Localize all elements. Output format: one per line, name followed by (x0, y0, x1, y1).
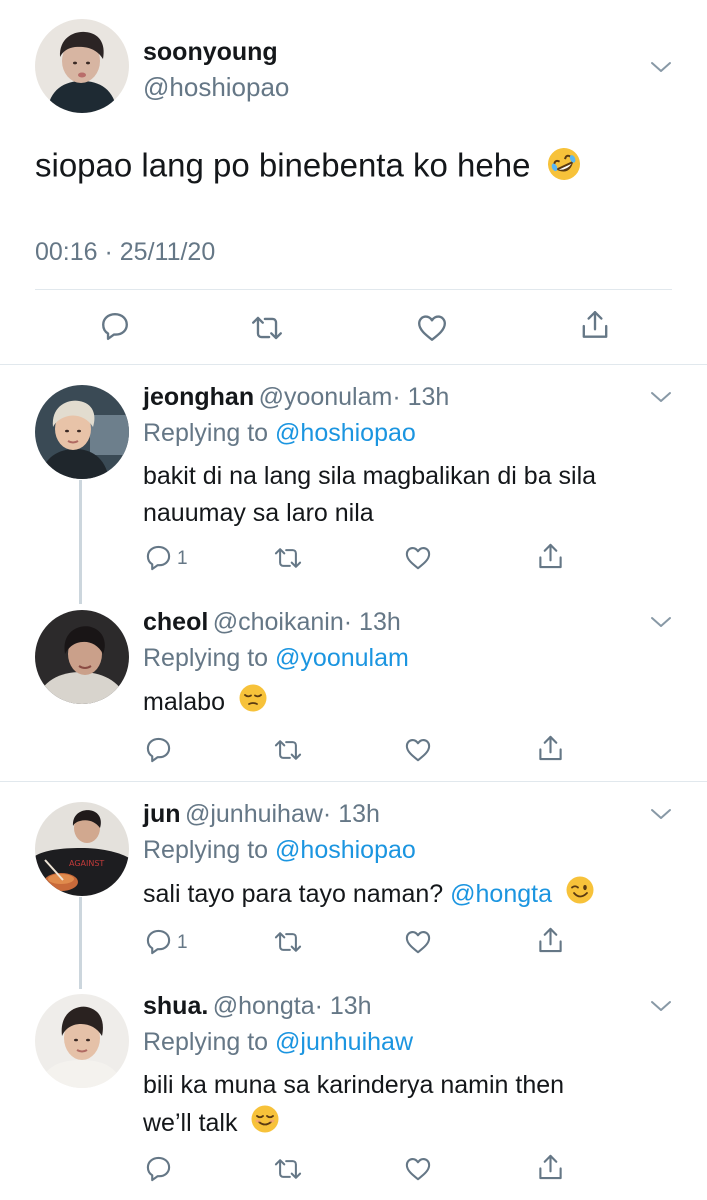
share-icon[interactable] (537, 734, 564, 763)
reply-text: sali tayo para tayo naman? @hongta (143, 875, 595, 916)
mention-link[interactable]: @hongta (450, 880, 552, 908)
reply-text-line: bakit di na lang sila magbalikan di ba s… (143, 462, 597, 490)
relieved-emoji (250, 1104, 280, 1145)
author-handle[interactable]: @hoshiopao (143, 72, 289, 103)
reply-text: bakit di na lang sila magbalikan di ba s… (143, 458, 596, 532)
like-icon[interactable] (416, 313, 448, 343)
avatar[interactable] (35, 610, 129, 704)
author-handle[interactable]: @yoonulam (259, 383, 393, 411)
reply-text: malabo (143, 683, 268, 724)
author-name[interactable]: jeonghan (143, 383, 254, 411)
chevron-down-icon[interactable] (650, 390, 672, 404)
reply-text-line: nauumay sa laro nila (143, 499, 374, 527)
thread-line (79, 480, 82, 604)
replying-to: Replying to @hoshiopao (143, 419, 416, 448)
reply-time[interactable]: · 13h (315, 992, 372, 1020)
author-handle[interactable]: @choikanin (213, 608, 344, 636)
author-handle[interactable]: @hongta (213, 992, 315, 1020)
replying-to-link[interactable]: @hoshiopao (275, 419, 416, 447)
reply-header: cheol @choikanin· 13h (143, 608, 401, 637)
divider (0, 781, 707, 782)
replying-to: Replying to @junhuihaw (143, 1028, 413, 1057)
reply-text-line: we’ll talk (143, 1109, 238, 1138)
retweet-icon[interactable] (273, 545, 303, 571)
reply-icon[interactable] (145, 1155, 172, 1182)
reply-time[interactable]: · 13h (344, 608, 401, 636)
share-icon[interactable] (580, 309, 610, 341)
retweet-icon[interactable] (273, 929, 303, 955)
retweet-icon[interactable] (273, 737, 303, 763)
reply-icon[interactable] (145, 928, 172, 955)
like-icon[interactable] (404, 1156, 432, 1182)
author-handle[interactable]: @junhuihaw (185, 800, 323, 828)
wink-emoji (565, 875, 595, 916)
avatar[interactable]: AGAINST (35, 802, 129, 896)
reply-text-line: bili ka muna sa karinderya namin then (143, 1071, 565, 1099)
thread-line (79, 897, 82, 989)
reply-text-line: malabo (143, 688, 225, 717)
replying-to-link[interactable]: @junhuihaw (275, 1028, 413, 1056)
reply-header: jun @junhuihaw· 13h (143, 800, 380, 829)
reply-icon[interactable] (100, 311, 130, 341)
pensive-emoji (238, 683, 268, 724)
like-icon[interactable] (404, 545, 432, 571)
like-icon[interactable] (404, 929, 432, 955)
reply-count: 1 (177, 548, 188, 569)
replying-prefix: Replying to (143, 1028, 269, 1056)
share-icon[interactable] (537, 542, 564, 571)
tweet-text: siopao lang po binebenta ko hehe (35, 146, 582, 190)
chevron-down-icon[interactable] (650, 807, 672, 821)
reply-icon[interactable] (145, 736, 172, 763)
share-icon[interactable] (537, 1153, 564, 1182)
main-divider-top (35, 289, 672, 290)
author-name[interactable]: shua. (143, 992, 208, 1020)
chevron-down-icon[interactable] (650, 615, 672, 629)
share-icon[interactable] (537, 926, 564, 955)
reply-icon[interactable] (145, 544, 172, 571)
author-name[interactable]: soonyoung (143, 38, 278, 67)
replying-prefix: Replying to (143, 836, 269, 864)
reply-text: bili ka muna sa karinderya namin then we… (143, 1067, 564, 1145)
replying-to: Replying to @hoshiopao (143, 836, 416, 865)
reply-count: 1 (177, 932, 188, 953)
replying-prefix: Replying to (143, 419, 269, 447)
retweet-icon[interactable] (273, 1156, 303, 1182)
reply-header: jeonghan @yoonulam· 13h (143, 383, 449, 412)
timestamp[interactable]: 00:16 · 25/11/20 (35, 238, 215, 267)
avatar[interactable] (35, 994, 129, 1088)
like-icon[interactable] (404, 737, 432, 763)
reply-text-line: sali tayo para tayo naman? (143, 880, 444, 909)
avatar[interactable] (35, 385, 129, 479)
author-name[interactable]: cheol (143, 608, 208, 636)
tweet-text-content: siopao lang po binebenta ko hehe (35, 146, 531, 184)
chevron-down-icon[interactable] (650, 60, 672, 74)
avatar[interactable] (35, 19, 129, 113)
reply-time[interactable]: · 13h (392, 383, 449, 411)
replying-to-link[interactable]: @yoonulam (275, 644, 409, 672)
svg-text:AGAINST: AGAINST (69, 859, 104, 868)
rofl-emoji (546, 146, 582, 190)
retweet-icon[interactable] (250, 313, 284, 343)
chevron-down-icon[interactable] (650, 999, 672, 1013)
reply-time[interactable]: · 13h (323, 800, 380, 828)
reply-header: shua. @hongta· 13h (143, 992, 372, 1021)
replying-to-link[interactable]: @hoshiopao (275, 836, 416, 864)
divider (0, 364, 707, 365)
replying-prefix: Replying to (143, 644, 269, 672)
author-name[interactable]: jun (143, 800, 181, 828)
replying-to: Replying to @yoonulam (143, 644, 409, 673)
